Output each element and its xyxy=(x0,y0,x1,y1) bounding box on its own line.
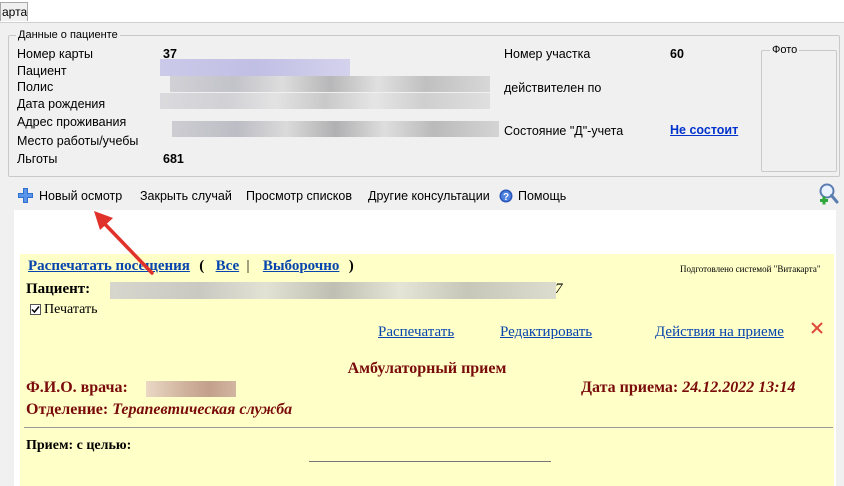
policy-label: Полис xyxy=(17,80,54,94)
purpose-underline xyxy=(309,461,551,462)
policy-redacted xyxy=(170,76,490,92)
doc-heading: Амбулаторный прием xyxy=(347,360,507,377)
patient-label: Пациент xyxy=(17,64,67,78)
print-visits-row: Распечатать посещения ( Все | Выборочно … xyxy=(28,258,354,278)
benefits-value: 681 xyxy=(163,152,184,166)
patient-name-redacted xyxy=(160,59,350,76)
district-value: 60 xyxy=(670,47,684,61)
work-label: Место работы/учебы xyxy=(17,134,139,148)
tab-card[interactable]: арта xyxy=(0,2,28,21)
department-row: Отделение: Терапевтическая служба xyxy=(26,401,292,419)
doc-patient-label: Пациент: xyxy=(26,281,91,297)
selective-link[interactable]: Выборочно xyxy=(263,258,340,274)
plus-icon xyxy=(18,188,33,203)
close-case-button[interactable]: Закрыть случай xyxy=(140,187,232,205)
district-label: Номер участка xyxy=(504,47,591,61)
action-print-link[interactable]: Распечатать xyxy=(378,324,454,341)
doctor-label: Ф.И.О. врача: xyxy=(26,379,128,396)
valid-until-label: действителен по xyxy=(504,81,602,95)
view-lists-button[interactable]: Просмотр списков xyxy=(246,187,352,205)
date-label: Дата приема: xyxy=(581,379,679,396)
address-label: Адрес проживания xyxy=(17,115,127,129)
search-zoom-icon[interactable] xyxy=(817,182,839,206)
photo-legend: Фото xyxy=(770,44,800,56)
address-redacted xyxy=(172,121,499,137)
birth-date-label: Дата рождения xyxy=(17,97,106,111)
prepared-by: Подготовлено системой "Витакарта" xyxy=(680,264,821,274)
delete-icon[interactable] xyxy=(810,321,824,335)
help-icon: ? xyxy=(499,189,513,203)
doc-patient-redacted xyxy=(110,282,556,299)
help-label: Помощь xyxy=(518,189,567,203)
action-edit-link[interactable]: Редактировать xyxy=(500,324,592,341)
d-status-link[interactable]: Не состоит xyxy=(670,122,738,138)
all-link[interactable]: Все xyxy=(216,258,240,274)
date-row: Дата приема: 24.12.2022 13:14 xyxy=(581,379,796,397)
help-button[interactable]: ? Помощь xyxy=(498,186,573,206)
check-icon xyxy=(31,306,40,314)
svg-text:?: ? xyxy=(503,192,509,203)
paren-open: ( xyxy=(199,258,205,274)
birth-date-redacted xyxy=(160,93,490,109)
card-number-label: Номер карты xyxy=(17,47,94,61)
photo-group xyxy=(761,50,837,172)
department-value: Терапевтическая служба xyxy=(112,401,293,418)
divider xyxy=(24,427,833,428)
benefits-label: Льготы xyxy=(17,152,58,166)
action-actions-link[interactable]: Действия на приеме xyxy=(655,324,784,341)
other-consultations-button[interactable]: Другие консультации xyxy=(368,187,490,205)
department-label: Отделение: xyxy=(26,401,109,418)
doctor-name-redacted xyxy=(146,381,236,397)
print-checkbox-label: Печатать xyxy=(44,302,98,317)
patient-data-legend: Данные о пациенте xyxy=(16,29,120,41)
date-value: 24.12.2022 13:14 xyxy=(682,379,796,396)
separator: | xyxy=(246,258,250,274)
new-exam-button[interactable]: Новый осмотр xyxy=(15,186,125,206)
d-status-label: Состояние "Д"-учета xyxy=(504,124,624,138)
new-exam-label: Новый осмотр xyxy=(39,189,123,203)
print-checkbox[interactable] xyxy=(30,304,41,315)
tab-strip xyxy=(0,0,844,23)
doc-patient-tail: 7 xyxy=(555,281,563,297)
annotation-arrow-icon xyxy=(94,211,154,275)
paren-close: ) xyxy=(348,258,354,274)
purpose-label: Прием: с целью: xyxy=(26,438,132,453)
